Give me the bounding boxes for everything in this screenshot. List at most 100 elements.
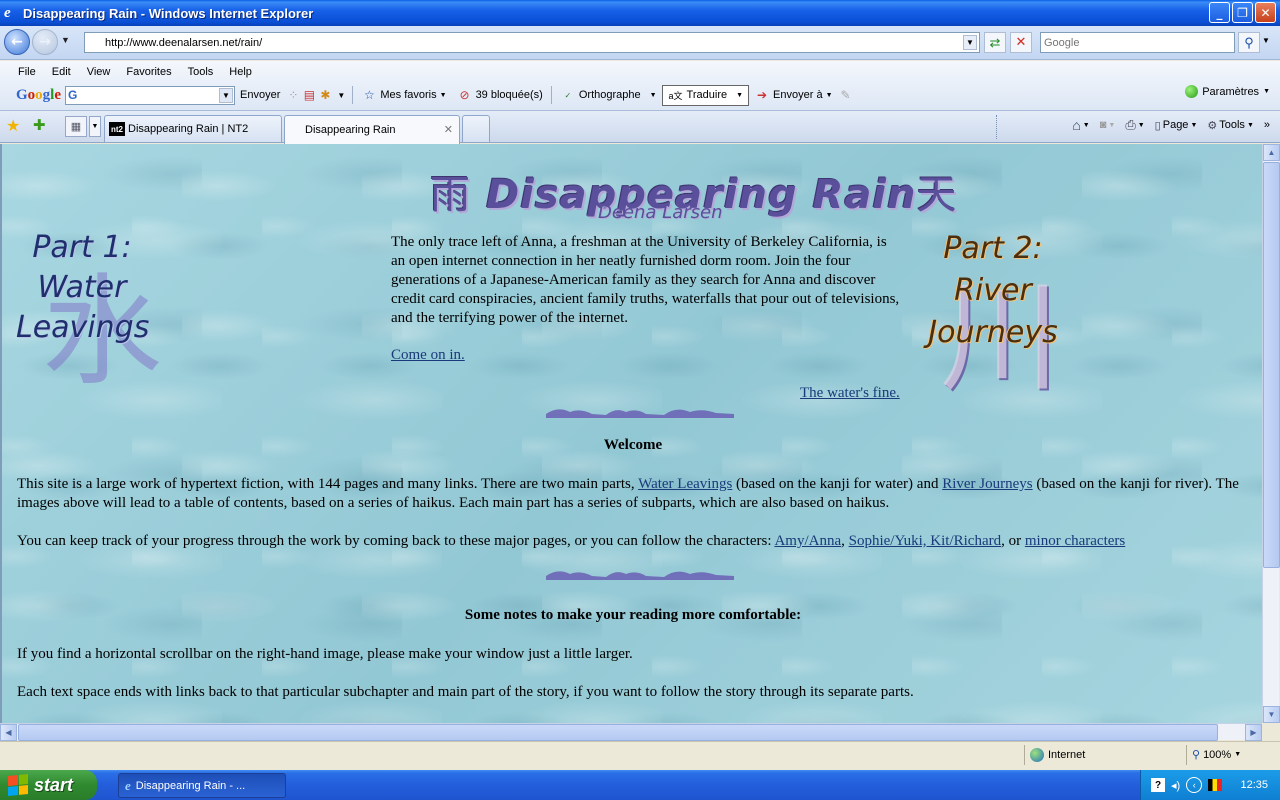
horizontal-scrollbar[interactable]: ◀ ▶ — [0, 723, 1262, 741]
help-icon[interactable]: ? — [1151, 778, 1165, 792]
address-dropdown-icon[interactable]: ▼ — [963, 35, 977, 50]
spellcheck-button[interactable]: ✓ Orthographe ▼ — [555, 84, 662, 106]
security-zone[interactable]: Internet — [1030, 748, 1085, 762]
bookmarks-button[interactable]: ☆ Mes favoris ▼ — [356, 84, 451, 106]
language-flag-icon[interactable] — [1208, 779, 1223, 791]
window-controls: _ ❐ ✕ — [1209, 2, 1276, 23]
google-search-input[interactable]: G ▼ — [65, 85, 236, 105]
recent-pages-dropdown-icon[interactable]: ▼ — [61, 35, 70, 45]
send-to-icon: ➔ — [757, 88, 768, 102]
send-to-button[interactable]: ➔ Envoyer à ▼ — [749, 84, 837, 106]
back-button[interactable]: ← — [4, 29, 30, 55]
feeds-button[interactable]: ◙ ▼ — [1096, 117, 1120, 133]
page-menu-button[interactable]: ▯ Page ▼ — [1151, 117, 1202, 134]
sophie-yuki-kit-richard-link[interactable]: Sophie/Yuki, Kit/Richard — [849, 533, 1002, 549]
translate-button[interactable]: a文 Traduire ▼ — [661, 84, 750, 106]
part1-water-leavings-image[interactable]: 水 Part 1: Water Leavings — [16, 224, 162, 402]
vertical-scroll-thumb[interactable] — [1263, 162, 1280, 568]
close-tab-icon[interactable]: ✕ — [444, 123, 453, 136]
page-content: 雨 Disappearing Rain天 Deena Larsen 水 Part… — [0, 144, 1262, 723]
refresh-button[interactable]: ⇄ — [984, 32, 1006, 53]
refresh-icon: ⇄ — [989, 34, 1001, 50]
river-journeys-link[interactable]: River Journeys — [942, 476, 1032, 492]
tab-bar: ★ ✚ ▦ ▼ nt2 Disappearing Rain | NT2 Disa… — [0, 111, 1280, 144]
forward-button[interactable]: → — [32, 29, 58, 55]
part2-river-journeys-image[interactable]: 川 Part 2: River Journeys — [928, 226, 1060, 408]
amy-anna-link[interactable]: Amy/Anna — [774, 533, 841, 549]
horizontal-scroll-thumb[interactable] — [18, 724, 1218, 741]
water-leavings-link[interactable]: Water Leavings — [638, 476, 732, 492]
scrollbar-corner — [1262, 723, 1280, 740]
highlighter-icon[interactable]: ✎ — [838, 87, 854, 103]
google-logo[interactable]: Google — [16, 87, 61, 104]
google-send-button[interactable]: Envoyer — [235, 84, 285, 106]
new-tab-button[interactable] — [462, 115, 490, 142]
tab-disappearing-rain-nt2[interactable]: nt2 Disappearing Rain | NT2 — [104, 115, 282, 142]
popup-blocker-button[interactable]: ⊘ 39 bloquée(s) — [452, 84, 548, 106]
scroll-down-icon[interactable]: ▼ — [1263, 706, 1280, 723]
search-box[interactable] — [1040, 32, 1235, 53]
menu-file[interactable]: File — [10, 64, 44, 80]
rss-icon: ◙ — [1099, 119, 1107, 131]
zoom-control[interactable]: ⚲ 100% ▼ — [1192, 748, 1242, 762]
magnifier-icon: ⚲ — [1244, 34, 1254, 50]
command-bar: ⌂ ▼ ◙ ▼ ⎙ ▼ ▯ Page ▼ ⚙ Tools ▼ » — [1068, 115, 1274, 135]
scroll-left-icon[interactable]: ◀ — [0, 724, 17, 741]
scroll-up-icon[interactable]: ▲ — [1263, 144, 1280, 161]
quick-tabs-icon[interactable]: ▦ — [65, 116, 87, 137]
stop-icon: ✕ — [1015, 35, 1027, 50]
clock[interactable]: 12:35 — [1240, 779, 1268, 791]
gear-icon: ⚙ — [1207, 119, 1218, 132]
come-on-in-link[interactable]: Come on in. — [391, 347, 465, 364]
wave-divider — [546, 571, 734, 580]
minimize-button[interactable]: _ — [1209, 2, 1230, 23]
vertical-scrollbar[interactable]: ▲ ▼ — [1262, 144, 1280, 723]
toolbar-gripper[interactable] — [996, 115, 999, 139]
waters-fine-link[interactable]: The water's fine. — [800, 385, 900, 402]
menu-tools[interactable]: Tools — [180, 64, 222, 80]
globe-icon — [1030, 748, 1044, 762]
google-search-dropdown-icon[interactable]: ▼ — [219, 87, 234, 103]
home-button[interactable]: ⌂ ▼ — [1068, 115, 1093, 135]
address-bar[interactable]: ▼ — [84, 32, 980, 53]
search-options-dropdown-icon[interactable]: ▼ — [1262, 36, 1270, 45]
add-favorite-icon[interactable]: ✚ — [33, 116, 46, 134]
tools-menu-button[interactable]: ⚙ Tools ▼ — [1203, 117, 1258, 134]
scrollbar-note: If you find a horizontal scrollbar on th… — [17, 646, 633, 662]
close-button[interactable]: ✕ — [1255, 2, 1276, 23]
menu-view[interactable]: View — [79, 64, 119, 80]
menu-bar: File Edit View Favorites Tools Help — [10, 64, 260, 80]
status-bar: Internet ⚲ 100% ▼ — [0, 741, 1280, 769]
stop-button[interactable]: ✕ — [1010, 32, 1032, 53]
settings-button[interactable]: Paramètres ▼ — [1185, 85, 1270, 98]
chevron-more-icon[interactable]: » — [1260, 117, 1274, 133]
search-button[interactable]: ⚲ — [1238, 32, 1260, 53]
toolbar-options-icon[interactable]: ⁘ — [285, 87, 301, 103]
minor-characters-link[interactable]: minor characters — [1025, 533, 1125, 549]
search-input[interactable] — [1041, 33, 1231, 52]
intro-paragraph: This site is a large work of hypertext f… — [17, 476, 1239, 511]
start-button[interactable]: start — [0, 770, 97, 800]
title-bar: e Disappearing Rain - Windows Internet E… — [0, 0, 1280, 26]
puzzle-icon[interactable]: ✱ — [317, 87, 333, 103]
menu-help[interactable]: Help — [221, 64, 260, 80]
wave-divider — [546, 409, 734, 418]
maximize-button[interactable]: ❐ — [1232, 2, 1253, 23]
volume-icon[interactable]: ◂) — [1171, 779, 1180, 792]
menu-favorites[interactable]: Favorites — [118, 64, 179, 80]
tab-list-dropdown-icon[interactable]: ▼ — [89, 116, 101, 137]
print-button[interactable]: ⎙ ▼ — [1121, 115, 1148, 135]
news-icon[interactable]: ▤ — [301, 87, 317, 103]
google-toolbar: Google G ▼ Envoyer ⁘ ▤ ✱ ▼ ☆ Mes favoris ▼… — [6, 83, 854, 107]
extras-dropdown-icon[interactable]: ▼ — [333, 87, 349, 103]
address-input[interactable] — [85, 33, 945, 52]
menu-edit[interactable]: Edit — [44, 64, 79, 80]
settings-dropdown-icon: ▼ — [1263, 88, 1270, 95]
zoom-dropdown-icon: ▼ — [1234, 751, 1242, 758]
tab-disappearing-rain[interactable]: Disappearing Rain ✕ — [284, 115, 460, 144]
favorites-center-icon[interactable]: ★ — [6, 116, 20, 136]
address-toolbar: ← → ▼ ▼ ⇄ ✕ ⚲ ▼ — [0, 26, 1280, 60]
tray-expand-icon[interactable]: ‹ — [1186, 777, 1203, 793]
taskbar-ie-window[interactable]: e Disappearing Rain - ... — [118, 773, 286, 798]
scroll-right-icon[interactable]: ▶ — [1245, 724, 1262, 741]
